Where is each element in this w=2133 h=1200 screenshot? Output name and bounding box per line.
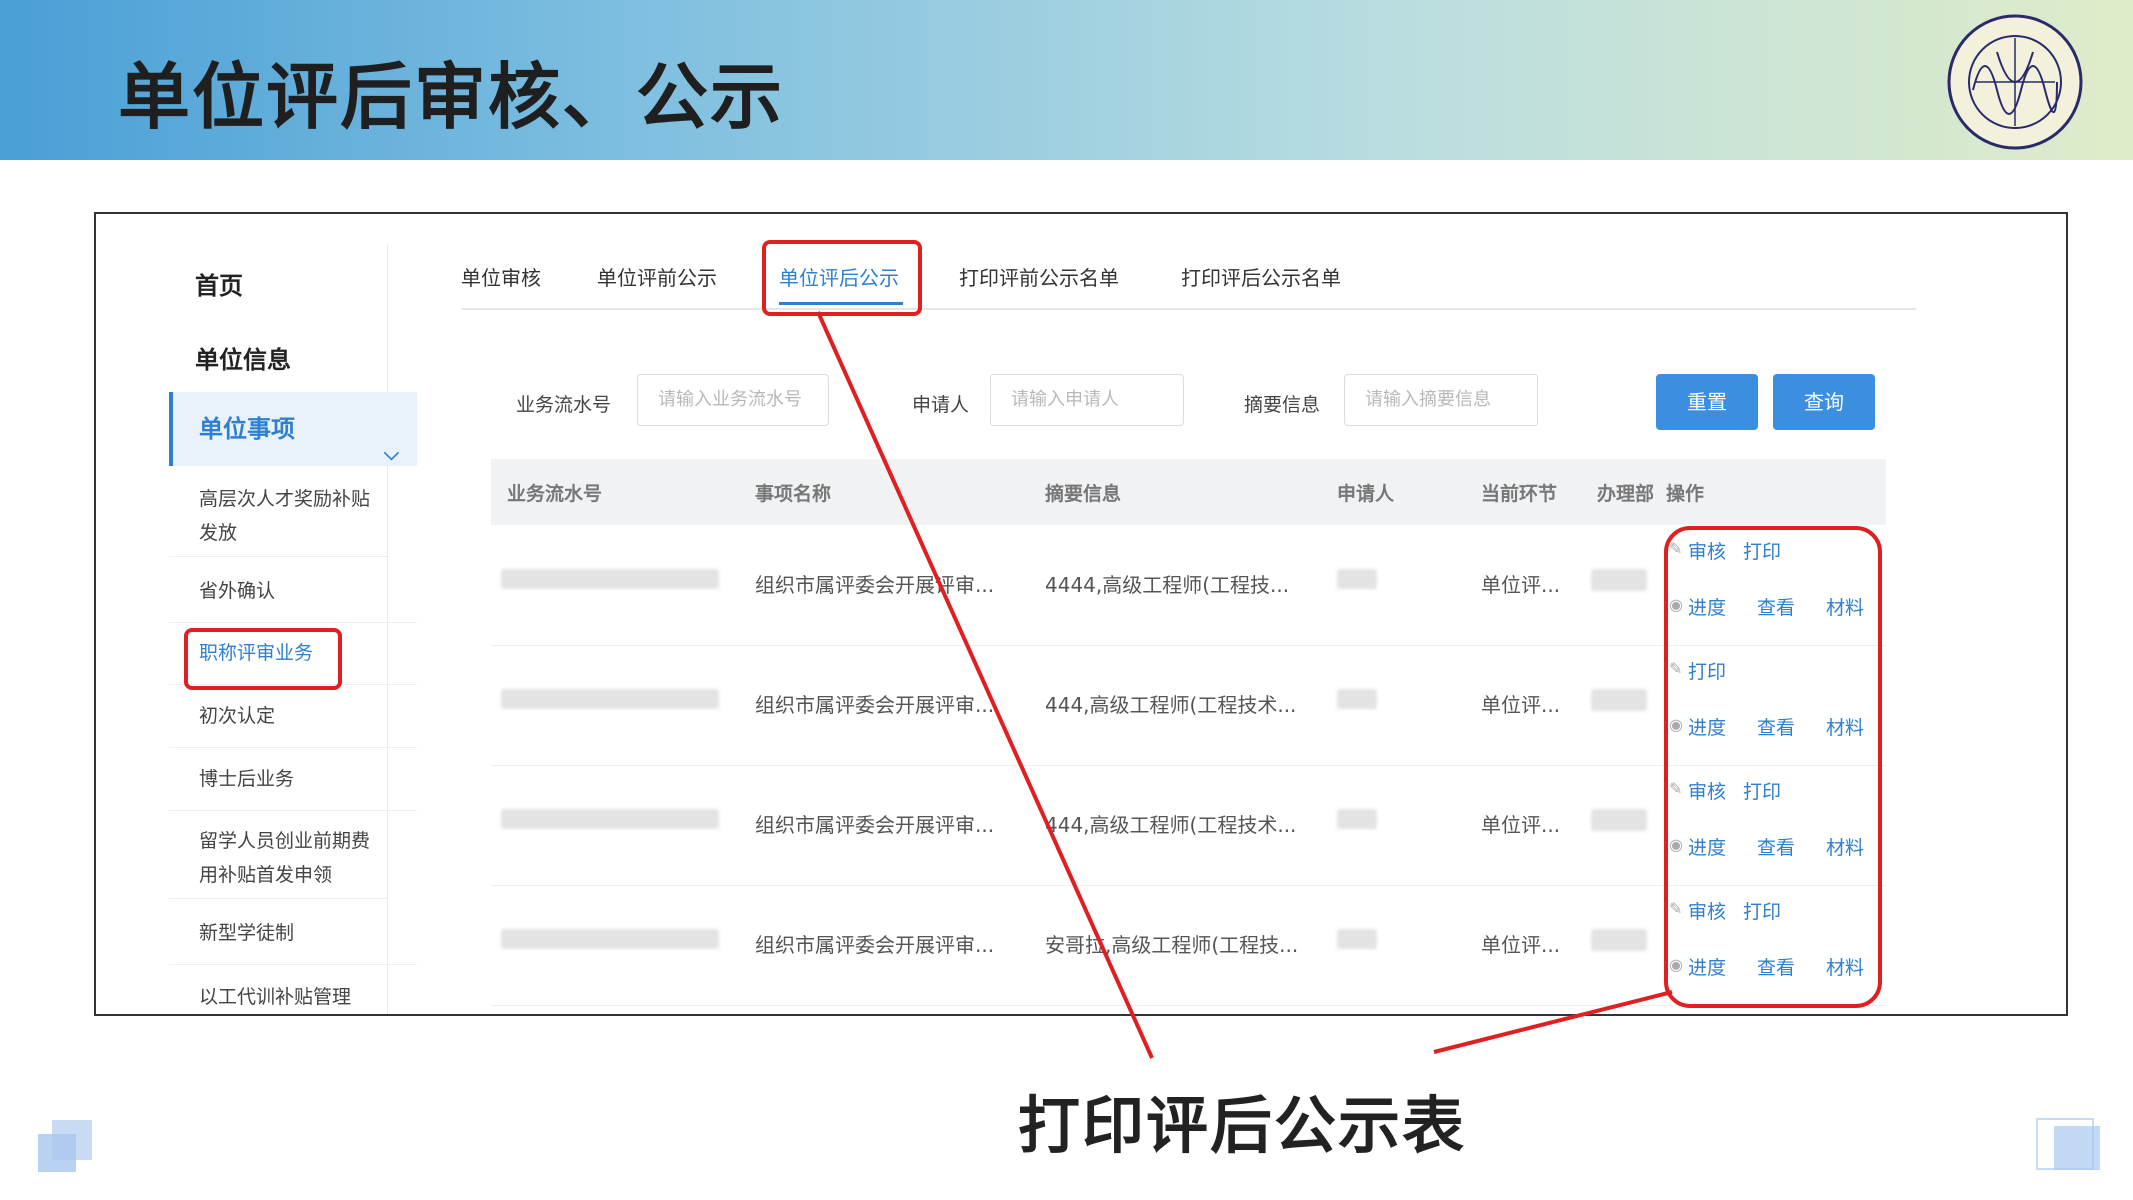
redacted-serial [501,809,719,829]
sidebar-subitem-overseas-subsidy[interactable]: 留学人员创业前期费用补贴首发申领 [169,824,387,899]
sidebar-subitem-apprenticeship[interactable]: 新型学徒制 [169,916,417,965]
summary-cell: 444,高级工程师(工程技术... [1045,813,1297,837]
sidebar-subitem-training-subsidy[interactable]: 以工代训补贴管理 [169,980,417,1014]
summary-cell: 4444,高级工程师(工程技... [1045,573,1290,597]
summary-cell: 安哥拉,高级工程师(工程技... [1045,933,1299,957]
sidebar-subitem-initial-cert[interactable]: 初次认定 [169,699,417,748]
redacted-department [1591,929,1647,951]
corner-decoration [38,1134,76,1172]
redacted-serial [501,569,719,589]
highlight-post-review-tab [762,240,922,316]
query-button[interactable]: 查询 [1773,374,1875,430]
item-name-cell: 组织市属评委会开展评审... [755,573,995,597]
redacted-applicant [1337,689,1377,709]
col-department: 办理部 [1597,483,1653,505]
redacted-applicant [1337,809,1377,829]
slide-title: 单位评后审核、公示 [118,55,785,139]
redacted-department [1591,569,1647,591]
stage-cell: 单位评... [1481,573,1561,597]
redacted-department [1591,689,1647,711]
serial-label: 业务流水号 [516,394,612,416]
col-applicant: 申请人 [1337,483,1395,505]
title-banner: 单位评后审核、公示 [0,0,2133,160]
redacted-applicant [1337,569,1377,589]
summary-input[interactable]: 请输入摘要信息 [1344,374,1538,426]
table-header: 业务流水号 事项名称 摘要信息 申请人 当前环节 办理部 操作 [491,459,1886,525]
reset-button[interactable]: 重置 [1656,374,1758,430]
redacted-applicant [1337,929,1377,949]
stage-cell: 单位评... [1481,813,1561,837]
tab-print-pre-list[interactable]: 打印评前公示名单 [959,262,1119,291]
sidebar-item-label: 单位事项 [199,415,295,443]
col-item-name: 事项名称 [755,483,832,505]
sidebar-subitem-talent-bonus[interactable]: 高层次人才奖励补贴发放 [169,482,387,557]
tab-unit-review[interactable]: 单位审核 [461,262,541,291]
item-name-cell: 组织市属评委会开展评审... [755,813,995,837]
sidebar-item-unit-matters[interactable]: 单位事项 ⌵ [169,392,417,466]
highlight-title-review-menu [184,628,342,690]
sidebar-item-home[interactable]: 首页 [169,266,413,301]
chevron-down-icon: ⌵ [383,441,399,465]
applicant-input[interactable]: 请输入申请人 [990,374,1184,426]
highlight-action-column [1664,526,1882,1008]
redacted-department [1591,809,1647,831]
summary-cell: 444,高级工程师(工程技术... [1045,693,1297,717]
corner-decoration [2054,1126,2100,1170]
stage-cell: 单位评... [1481,933,1561,957]
tab-print-post-list[interactable]: 打印评后公示名单 [1181,262,1341,291]
tab-bar: 单位审核 单位评前公示 单位评后公示 打印评前公示名单 打印评后公示名单 [461,244,1916,310]
sidebar-item-unit-info[interactable]: 单位信息 [169,340,413,375]
col-summary: 摘要信息 [1045,483,1122,505]
serial-input[interactable]: 请输入业务流水号 [637,374,829,426]
col-actions: 操作 [1666,483,1705,505]
sidebar-subitem-postdoc[interactable]: 博士后业务 [169,762,417,811]
association-logo [1947,14,2083,150]
summary-label: 摘要信息 [1244,394,1321,416]
stage-cell: 单位评... [1481,693,1561,717]
col-stage: 当前环节 [1481,483,1558,505]
redacted-serial [501,689,719,709]
col-serial: 业务流水号 [507,483,603,505]
callout-caption: 打印评后公示表 [1018,1089,1467,1162]
redacted-serial [501,929,719,949]
sidebar-subitem-out-of-province[interactable]: 省外确认 [169,574,417,623]
item-name-cell: 组织市属评委会开展评审... [755,693,995,717]
tab-pre-review-notice[interactable]: 单位评前公示 [597,262,717,291]
item-name-cell: 组织市属评委会开展评审... [755,933,995,957]
applicant-label: 申请人 [912,394,970,416]
